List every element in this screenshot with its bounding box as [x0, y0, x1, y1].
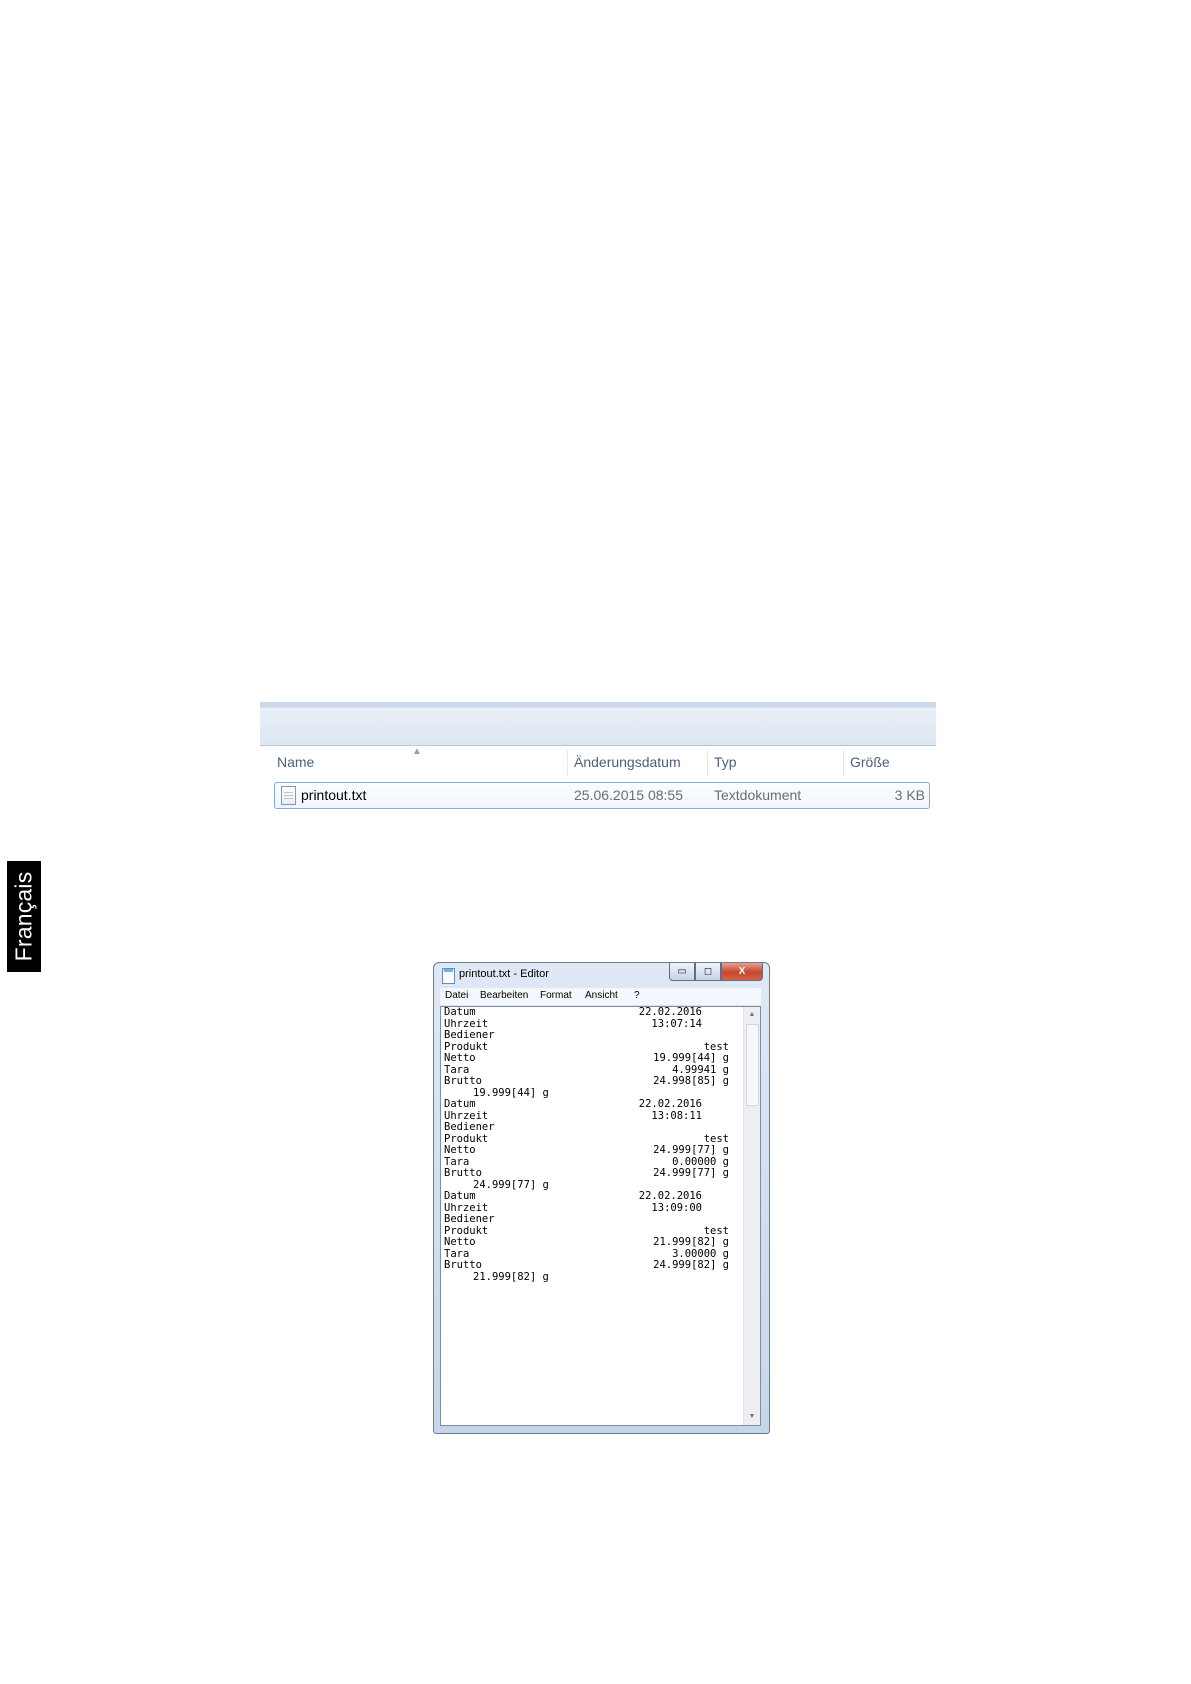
line-value: 21.999[82] g — [653, 1236, 729, 1248]
notepad-icon — [442, 968, 455, 984]
text-line: Bediener — [444, 1121, 729, 1134]
line-value: 13:07:14 — [651, 1017, 702, 1030]
line-value: 13:08:11 — [651, 1109, 702, 1122]
line-value: 22.02.2016 — [638, 1098, 702, 1110]
scroll-thumb[interactable] — [746, 1024, 759, 1106]
line-label: Brutto — [444, 1259, 482, 1271]
column-header-modified[interactable]: Änderungsdatum — [574, 746, 681, 778]
file-name: printout.txt — [301, 787, 367, 803]
minimize-button[interactable]: ▭ — [669, 963, 695, 981]
scroll-down-icon[interactable]: ▼ — [744, 1409, 760, 1425]
line-label: Bediener — [444, 1213, 495, 1225]
sort-ascending-icon: ▲ — [412, 746, 422, 757]
column-header-row: ▲ Name Änderungsdatum Typ Größe — [260, 746, 936, 778]
text-line: Netto 21.999[82] g — [444, 1236, 729, 1249]
text-line: Datum 22.02.2016 — [444, 1006, 729, 1019]
text-line: Bediener — [444, 1213, 729, 1226]
line-value: 24.999[77] g — [653, 1167, 729, 1179]
column-header-size[interactable]: Größe — [850, 746, 890, 778]
column-header-name[interactable]: Name — [277, 746, 314, 778]
menu-help[interactable]: ? — [634, 990, 640, 1001]
line-summary-value: 19.999[44] g — [473, 1086, 549, 1099]
line-value: 19.999[44] g — [653, 1052, 729, 1064]
column-header-type[interactable]: Typ — [714, 746, 737, 778]
language-tab: Français — [7, 861, 41, 972]
file-row-selected[interactable]: printout.txt 25.06.2015 08:55 Textdokume… — [274, 782, 930, 809]
line-value: 24.998[85] g — [653, 1075, 729, 1087]
menu-edit[interactable]: Bearbeiten — [480, 990, 528, 1001]
text-line: Brutto 24.998[85] g — [444, 1075, 729, 1088]
menu-file[interactable]: Datei — [445, 990, 468, 1001]
menu-bar: Datei Bearbeiten Format Ansicht ? — [440, 988, 761, 1006]
file-size: 3 KB — [894, 787, 925, 803]
text-line: Datum 22.02.2016 — [444, 1098, 729, 1111]
text-line: Netto 24.999[77] g — [444, 1144, 729, 1157]
text-editor-area[interactable]: Datum 22.02.2016 Uhrzeit 13:07:14 Bediener Pr… — [440, 1006, 761, 1426]
text-line: Brutto 24.999[77] g — [444, 1167, 729, 1180]
line-value: 24.999[77] g — [653, 1144, 729, 1156]
line-label: Netto — [444, 1236, 476, 1248]
text-line: Bediener — [444, 1029, 729, 1042]
scroll-up-icon[interactable]: ▲ — [744, 1007, 760, 1023]
menu-format[interactable]: Format — [540, 990, 572, 1001]
text-document-icon — [281, 786, 296, 805]
column-divider[interactable] — [707, 750, 708, 776]
line-summary-value: 21.999[82] g — [473, 1270, 549, 1283]
line-label: Netto — [444, 1052, 476, 1064]
text-content: Datum 22.02.2016 Uhrzeit 13:07:14 Bediener Pr… — [444, 1006, 729, 1284]
line-label: Netto — [444, 1144, 476, 1156]
menu-view[interactable]: Ansicht — [585, 990, 618, 1001]
maximize-button[interactable]: ◻ — [695, 963, 721, 981]
notepad-window: printout.txt - Editor ▭ ◻ X Datei Bearbe… — [433, 962, 770, 1434]
line-label: Brutto — [444, 1167, 482, 1179]
close-button[interactable]: X — [721, 963, 763, 981]
line-value: 22.02.2016 — [638, 1190, 702, 1202]
window-title: printout.txt - Editor — [459, 968, 549, 980]
column-divider[interactable] — [567, 750, 568, 776]
line-value: 22.02.2016 — [638, 1006, 702, 1018]
line-value: 13:09:00 — [651, 1201, 702, 1214]
line-label: Bediener — [444, 1121, 495, 1133]
column-divider[interactable] — [843, 750, 844, 776]
line-label: Bediener — [444, 1029, 495, 1041]
line-summary-value: 24.999[77] g — [473, 1178, 549, 1191]
explorer-toolbar-band — [260, 702, 936, 746]
line-label: Datum — [444, 1006, 476, 1018]
vertical-scrollbar[interactable]: ▲ ▼ — [743, 1007, 760, 1425]
file-type: Textdokument — [714, 787, 802, 803]
window-controls: ▭ ◻ X — [669, 963, 763, 982]
line-label: Datum — [444, 1098, 476, 1110]
file-modified-date: 25.06.2015 08:55 — [574, 787, 683, 803]
line-value: 24.999[82] g — [653, 1259, 729, 1271]
text-line: 21.999[82] g — [444, 1270, 729, 1284]
title-bar[interactable]: printout.txt - Editor ▭ ◻ X — [434, 963, 769, 987]
line-label: Datum — [444, 1190, 476, 1202]
text-line: Brutto 24.999[82] g — [444, 1259, 729, 1272]
line-label: Brutto — [444, 1075, 482, 1087]
file-explorer-list: ▲ Name Änderungsdatum Typ Größe printout… — [260, 702, 936, 832]
language-label: Français — [10, 871, 37, 962]
text-line: Netto 19.999[44] g — [444, 1052, 729, 1065]
text-line: Datum 22.02.2016 — [444, 1190, 729, 1203]
